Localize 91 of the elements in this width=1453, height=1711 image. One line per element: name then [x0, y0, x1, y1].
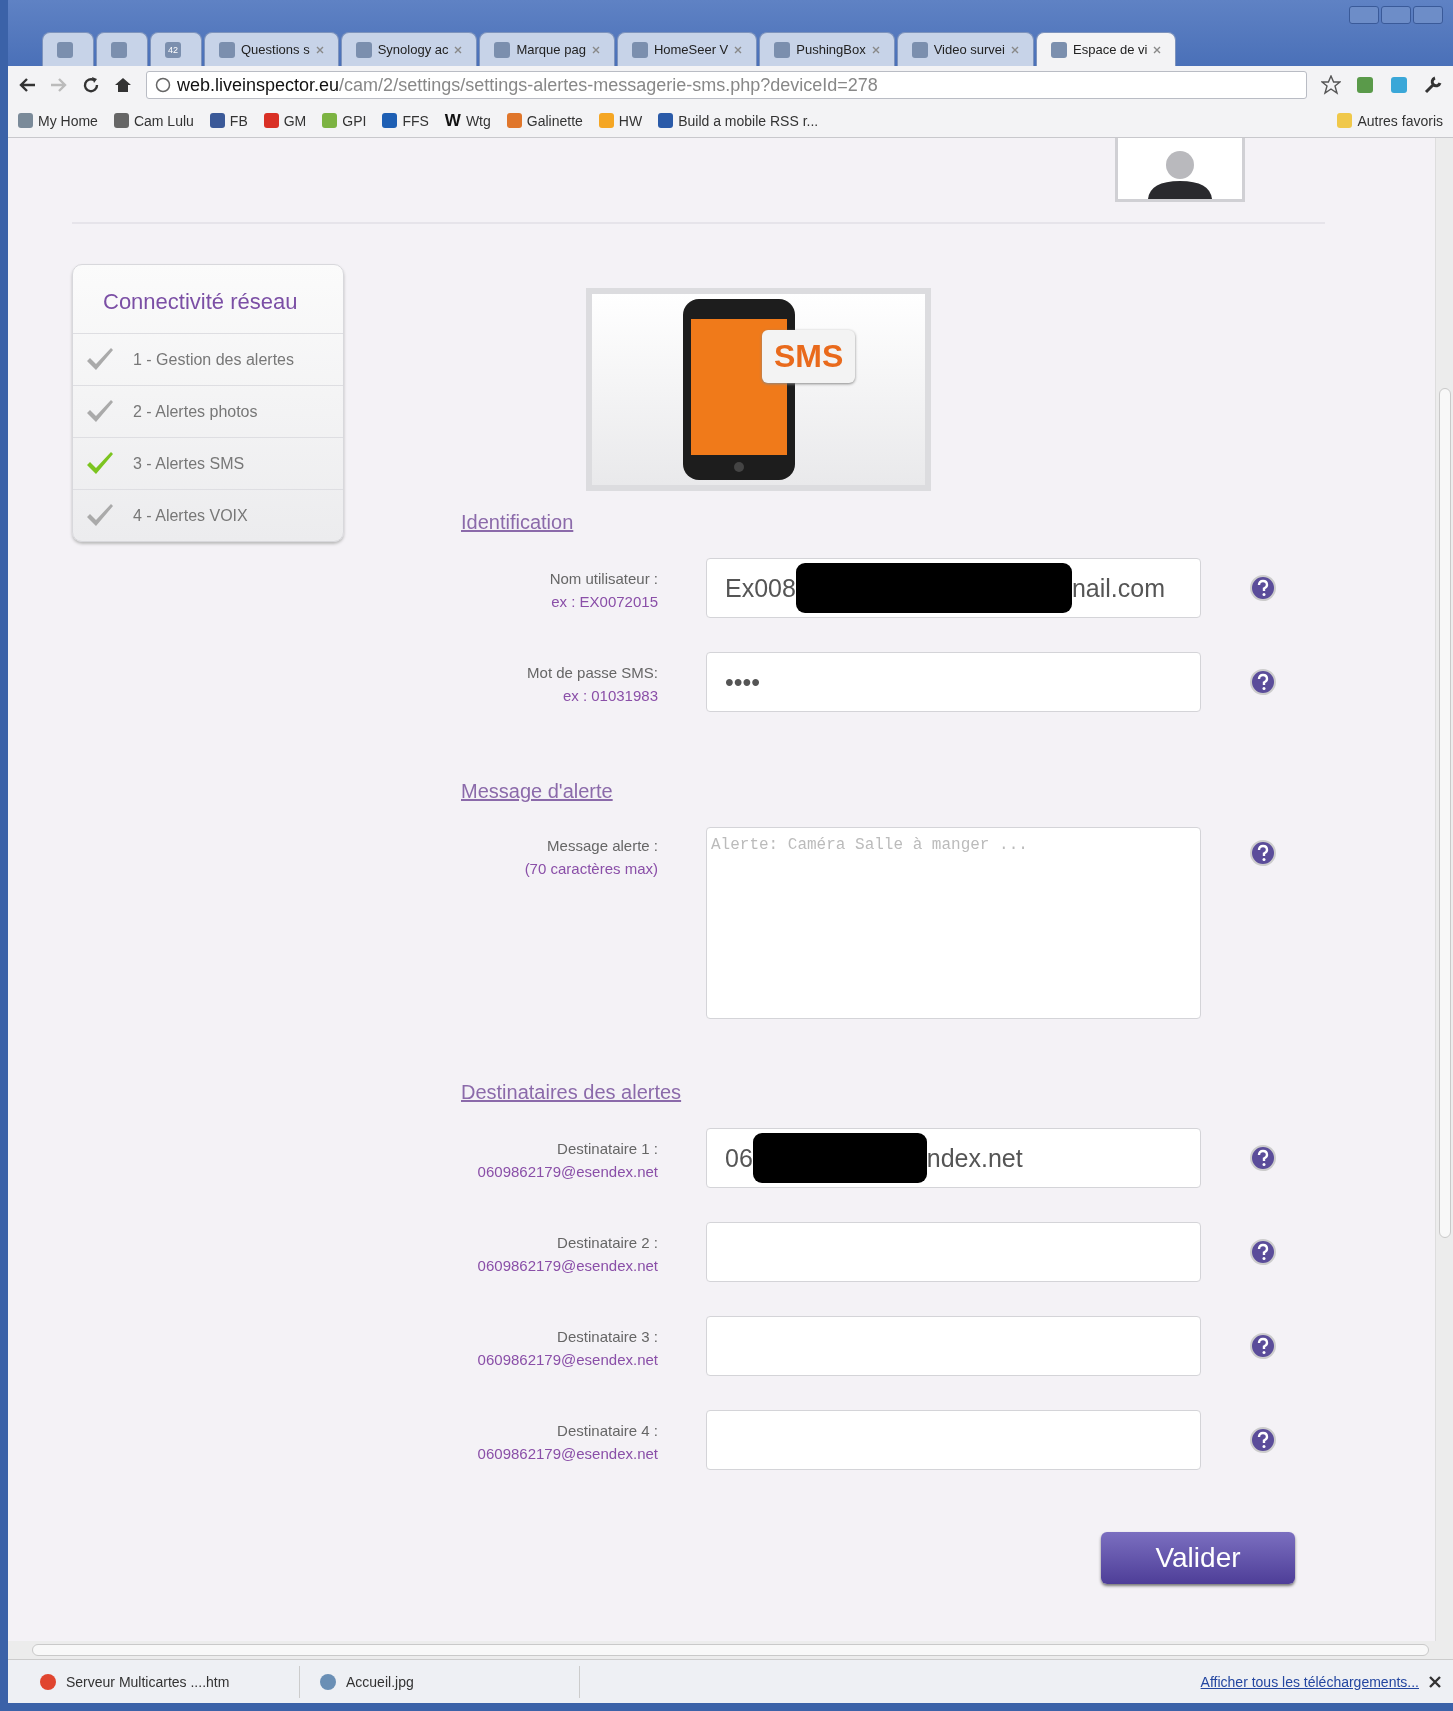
field-label: Destinataire 1 : — [556, 1140, 658, 1157]
browser-tab[interactable]: Video survei — [896, 32, 1034, 66]
phone-illustration: SMS — [586, 288, 931, 491]
help-icon[interactable] — [1249, 1426, 1277, 1454]
tab-icon — [774, 41, 791, 58]
help-icon[interactable] — [1249, 668, 1277, 696]
help-icon[interactable] — [1249, 574, 1277, 602]
input-field[interactable] — [706, 1410, 1201, 1470]
bookmark-link[interactable]: HW — [598, 112, 643, 129]
input-field[interactable]: Ex008 nail.com — [706, 558, 1201, 618]
tab-icon — [111, 41, 127, 58]
vertical-scrollbar[interactable] — [1435, 138, 1453, 1641]
help-icon[interactable] — [1249, 1332, 1277, 1360]
field-label: Destinataire 2 : — [556, 1234, 658, 1251]
wrench-icon[interactable] — [1423, 75, 1443, 95]
section-heading[interactable]: Destinataires des alertes — [461, 1081, 682, 1104]
bookmark-link[interactable]: My Home — [18, 112, 98, 129]
bookmark-link[interactable]: GPI — [322, 112, 367, 129]
horizontal-scrollbar[interactable] — [8, 1641, 1453, 1659]
field-hint: 0609862179@esendex.net — [476, 1445, 658, 1462]
bookmark-link[interactable]: W Wtg — [444, 110, 491, 131]
bookmark-link[interactable]: FFS — [382, 112, 429, 129]
browser-tab[interactable]: HomeSeer V — [616, 32, 758, 66]
tab-icon — [494, 41, 511, 58]
field-hint: 0609862179@esendex.net — [476, 1351, 658, 1368]
extension-icon[interactable] — [1389, 75, 1409, 95]
field-hint: 0609862179@esendex.net — [476, 1257, 658, 1274]
help-icon[interactable] — [1249, 1144, 1277, 1172]
help-icon[interactable] — [1249, 1238, 1277, 1266]
tab-icon — [1051, 41, 1067, 58]
field-value: ndex.net — [926, 1143, 1023, 1173]
field-value: 06 — [725, 1143, 753, 1173]
step-item[interactable]: 1 - Gestion des alertes — [73, 333, 343, 385]
home-icon[interactable] — [114, 76, 132, 94]
input-field[interactable] — [706, 1222, 1201, 1282]
panel-title: Connectivité réseau — [102, 288, 299, 316]
close-button[interactable] — [1413, 6, 1443, 24]
submit-button[interactable]: Valider — [1101, 1532, 1295, 1584]
field-label: Destinataire 4 : — [556, 1422, 658, 1439]
browser-tab[interactable] — [96, 32, 148, 66]
tab-icon — [355, 41, 372, 58]
bookmark-link[interactable]: FB — [209, 112, 248, 129]
tab-icon — [57, 41, 73, 58]
step-item[interactable]: 2 - Alertes photos — [73, 385, 343, 437]
address-bar[interactable]: web.liveinspector.eu/cam/2/settings/settings-alertes-messagerie-sms.php?deviceId=278 — [146, 71, 1307, 99]
star-icon[interactable] — [1321, 75, 1341, 95]
field-value: nail.com — [1071, 573, 1165, 603]
browser-tab[interactable]: Synology ac — [340, 32, 478, 66]
bookmark-link[interactable]: Galinette — [506, 112, 583, 129]
bookmarks-folder[interactable]: Autres favoris — [1337, 112, 1443, 129]
bookmark-link[interactable]: Build a mobile RSS r... — [658, 112, 819, 129]
close-icon[interactable] — [1429, 1675, 1441, 1688]
field-label: Nom utilisateur : — [548, 570, 658, 587]
section-heading[interactable]: Identification — [461, 511, 574, 534]
field-hint: ex : 01031983 — [561, 687, 658, 704]
step-item[interactable]: 3 - Alertes SMS — [73, 437, 343, 489]
tab-icon: 42 — [165, 41, 181, 58]
help-icon[interactable] — [1249, 839, 1277, 867]
browser-tab[interactable]: Espace de vi — [1036, 32, 1177, 66]
maximize-button[interactable] — [1381, 6, 1411, 24]
download-item[interactable]: Accueil.jpg — [310, 1665, 580, 1698]
tab-icon — [219, 41, 235, 58]
download-item[interactable]: Serveur Multicartes ....htm — [30, 1665, 300, 1698]
input-field[interactable] — [706, 1316, 1201, 1376]
section-heading[interactable]: Message d'alerte — [461, 780, 613, 803]
field-value: Ex008 — [725, 573, 796, 603]
field-label: Mot de passe SMS: — [526, 664, 658, 681]
browser-tab[interactable]: Questions s — [204, 32, 339, 66]
forward-icon[interactable] — [50, 77, 68, 93]
placeholder-text: Alerte: Caméra Salle à manger ... — [711, 835, 1028, 854]
field-label: Message alerte : — [546, 837, 658, 854]
tab-icon — [911, 41, 928, 58]
minimize-button[interactable] — [1349, 6, 1379, 24]
password-field[interactable]: •••• — [706, 652, 1201, 712]
field-value: •••• — [725, 667, 760, 697]
field-hint: ex : EX0072015 — [550, 593, 658, 610]
bookmark-link[interactable]: Cam Lulu — [113, 112, 194, 129]
browser-tab[interactable] — [42, 32, 94, 66]
field-label: Destinataire 3 : — [556, 1328, 658, 1345]
tab-icon — [631, 41, 648, 58]
step-item[interactable]: 4 - Alertes VOIX — [73, 489, 343, 541]
browser-tab[interactable]: PushingBox — [759, 32, 895, 66]
input-field[interactable]: 06 ndex.net — [706, 1128, 1201, 1188]
field-hint: (70 caractères max) — [523, 860, 658, 877]
field-hint: 0609862179@esendex.net — [476, 1163, 658, 1180]
browser-tab[interactable]: Marque pag — [479, 32, 615, 66]
bookmark-link[interactable]: GM — [263, 112, 307, 129]
show-all-downloads-link[interactable]: Afficher tous les téléchargements... — [1200, 1673, 1419, 1690]
extension-icon[interactable] — [1355, 75, 1375, 95]
reload-icon[interactable] — [82, 76, 100, 94]
back-icon[interactable] — [18, 77, 36, 93]
